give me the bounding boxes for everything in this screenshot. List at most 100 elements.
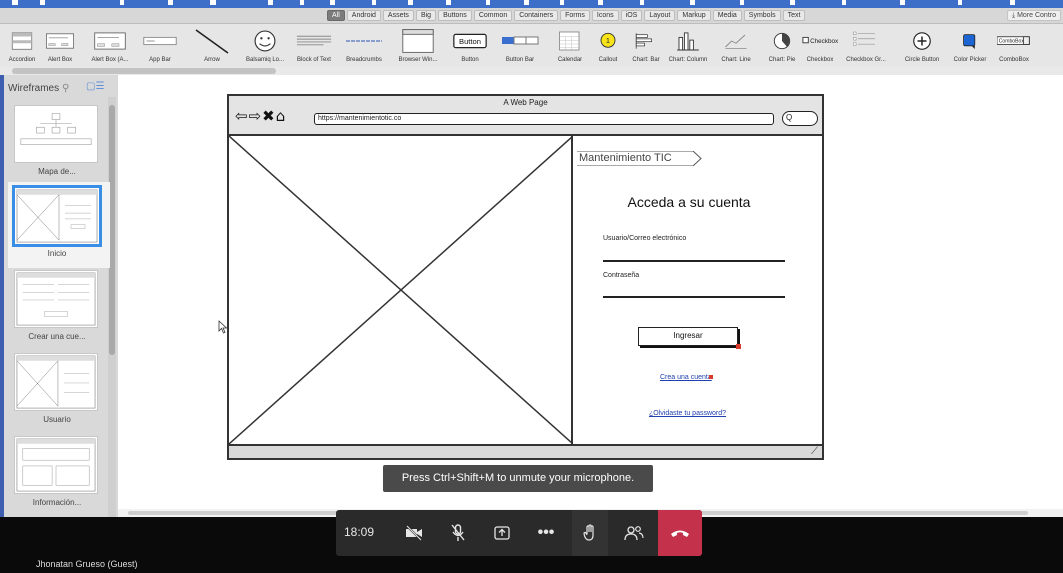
library-item[interactable]: Browser Win... bbox=[398, 26, 438, 68]
more-options-button[interactable]: ••• bbox=[528, 510, 564, 556]
filter-tag-media[interactable]: Media bbox=[712, 10, 742, 21]
username-field[interactable] bbox=[603, 260, 785, 262]
filter-tag-forms[interactable]: Forms bbox=[560, 10, 590, 21]
library-item[interactable]: Chart: Column bbox=[669, 26, 707, 68]
wireframe-page-2[interactable]: Inicio bbox=[12, 185, 102, 263]
filter-tag-buttons[interactable]: Buttons bbox=[438, 10, 472, 21]
library-item-thumbnail bbox=[7, 26, 37, 56]
filter-tag-layout[interactable]: Layout bbox=[644, 10, 676, 21]
image-placeholder-x bbox=[228, 135, 574, 445]
filter-tag-containers[interactable]: Containers bbox=[514, 10, 559, 21]
chart-bar-icon bbox=[635, 33, 652, 49]
library-item[interactable]: Accordion bbox=[7, 26, 37, 68]
library-item-label: Chart: Line bbox=[721, 57, 751, 63]
wireframe-page-5[interactable]: Información... bbox=[12, 434, 102, 512]
library-item[interactable]: Block of Text bbox=[295, 26, 333, 68]
hang-up-button[interactable] bbox=[658, 510, 702, 556]
close-x-icon: ✖ bbox=[262, 107, 276, 125]
library-item[interactable]: Chart: Line bbox=[721, 26, 751, 68]
create-account-label: Crea una cuenta bbox=[660, 374, 712, 381]
library-item-thumbnail bbox=[399, 26, 437, 56]
library-item-label: App Bar bbox=[149, 57, 171, 63]
page-label: Información... bbox=[32, 498, 82, 507]
library-item-thumbnail bbox=[555, 26, 585, 56]
library-item[interactable]: 1 Callout bbox=[594, 26, 622, 68]
raise-hand-button[interactable] bbox=[572, 510, 608, 556]
filter-tag-big[interactable]: Big bbox=[415, 10, 437, 21]
library-item[interactable]: Button Button bbox=[451, 26, 489, 68]
library-item[interactable]: Calendar bbox=[555, 26, 585, 68]
camera-off-button[interactable] bbox=[396, 510, 432, 556]
arrow-icon bbox=[195, 29, 229, 54]
username-label: Usuario/Correo electrónico bbox=[603, 235, 687, 242]
filter-tag-all[interactable]: All bbox=[327, 10, 345, 21]
search-field[interactable]: Q bbox=[782, 111, 818, 126]
library-item[interactable]: ComboBox ComboBox bbox=[997, 26, 1031, 68]
svg-text:Checkbox: Checkbox bbox=[810, 38, 838, 45]
library-item-thumbnail: Button bbox=[451, 26, 489, 56]
library-item[interactable]: Checkbox Gr... bbox=[846, 26, 886, 68]
library-item[interactable]: App Bar bbox=[142, 26, 178, 68]
library-item[interactable]: Color Picker bbox=[954, 26, 986, 68]
browser-window-mockup[interactable]: A Web Page ⇦⇨✖⌂ https://mantenimientotic… bbox=[227, 94, 824, 460]
sidebar-scrollbar[interactable] bbox=[108, 97, 116, 517]
library-item-thumbnail bbox=[954, 26, 986, 56]
library-item[interactable]: Alert Box (A... bbox=[91, 26, 129, 68]
svg-text:Button: Button bbox=[459, 37, 481, 46]
filter-tag-symbols[interactable]: Symbols bbox=[743, 10, 781, 21]
wireframe-page-1[interactable]: Mapa de... bbox=[12, 103, 102, 181]
page-label: Inicio bbox=[47, 249, 67, 258]
wireframe-page-3[interactable]: Crear una cue... bbox=[12, 268, 102, 346]
svg-text:ComboBox: ComboBox bbox=[999, 39, 1025, 45]
filter-tag-icons[interactable]: Icons bbox=[591, 10, 619, 21]
circle-button-icon bbox=[913, 32, 931, 50]
library-item-label: Browser Win... bbox=[398, 57, 438, 63]
filter-tag-ios[interactable]: iOS bbox=[620, 10, 643, 21]
library-item-thumbnail bbox=[142, 26, 178, 56]
create-account-link[interactable]: Crea una cuenta bbox=[660, 374, 713, 381]
top-strip bbox=[0, 0, 1063, 8]
library-item[interactable]: Checkbox Checkbox bbox=[802, 26, 838, 68]
page-thumbnail bbox=[14, 353, 98, 411]
sidebar-view-toggle-icon[interactable]: ▢☰ bbox=[86, 81, 104, 92]
more-controls-button[interactable]: ⤓ More Contro bbox=[1007, 10, 1061, 21]
library-item-label: Button Bar bbox=[505, 57, 535, 63]
mic-off-icon bbox=[451, 524, 465, 541]
library-item[interactable]: Circle Button bbox=[905, 26, 939, 68]
login-button[interactable]: Ingresar bbox=[638, 327, 741, 349]
library-item[interactable]: Balsamiq Lo... bbox=[246, 26, 284, 68]
filter-tag-common[interactable]: Common bbox=[473, 10, 513, 21]
library-scrollbar[interactable] bbox=[0, 67, 1063, 75]
library-item[interactable]: Arrow bbox=[191, 26, 233, 68]
library-item[interactable]: Breadcrumbs bbox=[344, 26, 384, 68]
filter-tag-text[interactable]: Text bbox=[782, 10, 806, 21]
library-item[interactable]: Button Bar bbox=[500, 26, 540, 68]
resize-grip-icon[interactable]: ⟋ bbox=[811, 446, 818, 457]
sidebar-link-icon[interactable]: ⚲ bbox=[62, 83, 69, 94]
filter-tag-markup[interactable]: Markup bbox=[677, 10, 711, 21]
calendar-icon bbox=[559, 31, 580, 51]
forgot-password-link[interactable]: ¿Olvidaste tu password? bbox=[649, 410, 726, 417]
library-item[interactable]: Alert Box bbox=[44, 26, 76, 68]
library-item-label: Checkbox bbox=[806, 57, 834, 63]
button-bar-icon bbox=[502, 36, 539, 45]
share-screen-button[interactable] bbox=[484, 510, 520, 556]
library-item-thumbnail bbox=[44, 26, 76, 56]
library-item-label: Block of Text bbox=[297, 57, 331, 63]
library-item[interactable]: Chart: Pie bbox=[768, 26, 796, 68]
app-window: All Android Assets Big Buttons Common Containe… bbox=[0, 0, 1063, 573]
library-item-label: Chart: Bar bbox=[632, 57, 660, 63]
participants-button[interactable] bbox=[616, 510, 652, 556]
microphone-muted-button[interactable] bbox=[440, 510, 476, 556]
url-bar[interactable]: https://mantenimientotic.co bbox=[314, 113, 774, 125]
filter-tag-android[interactable]: Android bbox=[346, 10, 381, 21]
library-item-label: Balsamiq Lo... bbox=[245, 57, 285, 63]
page-thumbnail bbox=[14, 270, 98, 328]
filter-tag-assets[interactable]: Assets bbox=[382, 10, 414, 21]
library-item-label: Calendar bbox=[557, 57, 583, 63]
breadcrumbs-icon bbox=[346, 40, 382, 42]
library-item[interactable]: Chart: Bar bbox=[632, 26, 660, 68]
password-field[interactable] bbox=[603, 296, 785, 298]
breadcrumb[interactable]: Mantenimiento TIC bbox=[579, 152, 672, 164]
wireframe-page-4[interactable]: Usuario bbox=[12, 351, 102, 429]
